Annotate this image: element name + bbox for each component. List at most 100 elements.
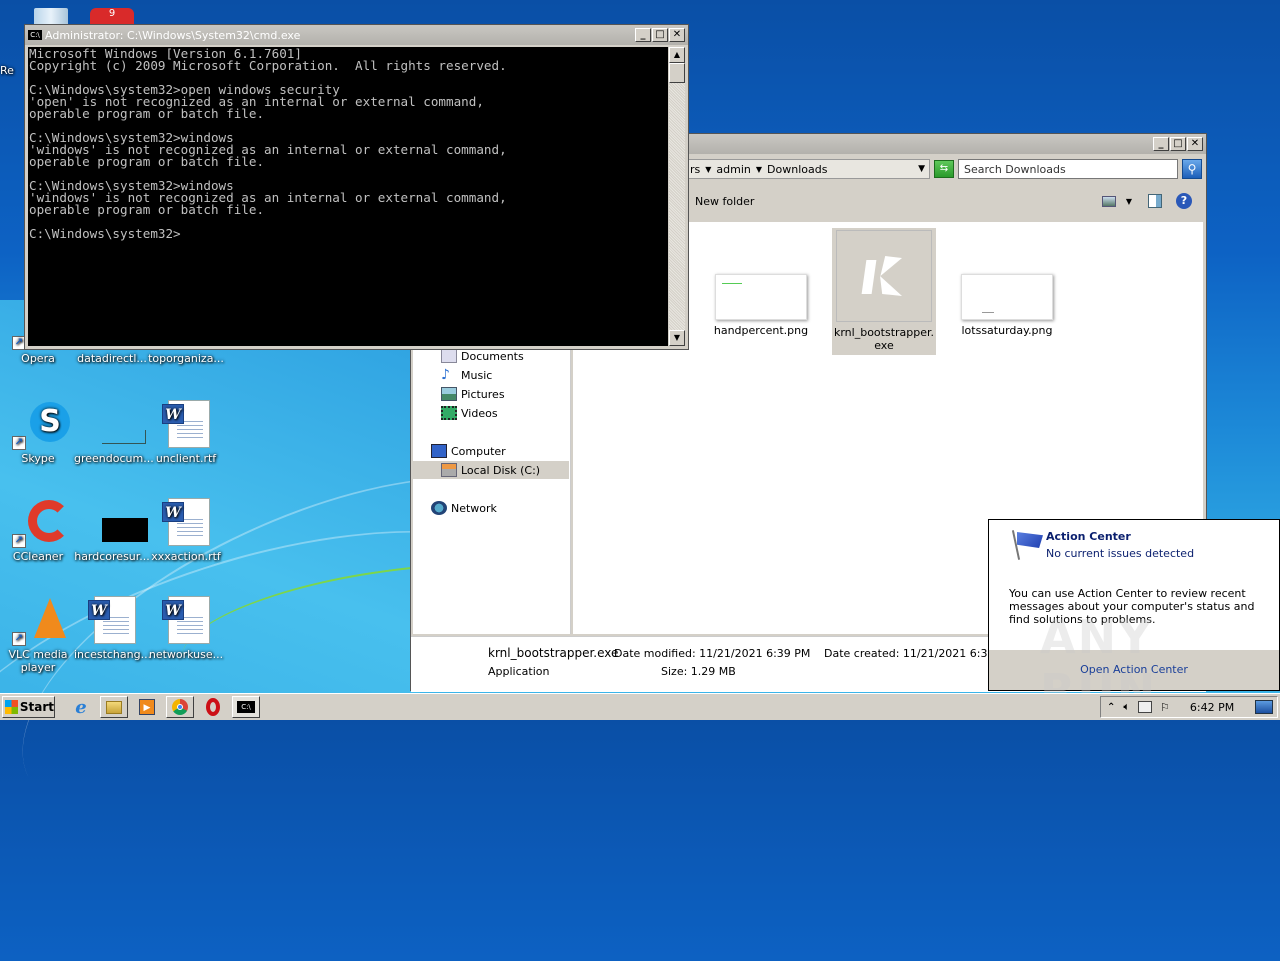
taskbar-opera[interactable] [199,696,227,718]
taskbar: Start e ▶ C:\ ⌃ 🔈︎ ⚐ 6:42 PM [0,693,1280,720]
desktop-icon-datadirectl[interactable]: datadirectl... [74,352,150,365]
maximize-button[interactable]: □ [652,28,668,42]
nav-item-local-disk[interactable]: Local Disk (C:) [413,461,569,479]
network-status-icon[interactable] [1138,701,1152,713]
maximize-button[interactable]: □ [1170,137,1186,151]
word-document-icon: W [162,498,210,546]
breadcrumb-chevron-icon[interactable]: ▼ [756,165,762,174]
close-button[interactable]: ✕ [1187,137,1203,151]
close-button[interactable]: ✕ [669,28,685,42]
nav-item-pictures[interactable]: Pictures [441,385,505,403]
taskbar-cmd[interactable]: C:\ [232,696,260,718]
desktop-icon-label: greendocum... [74,452,154,465]
desktop-icon-unclient[interactable]: W unclient.rtf [148,400,224,465]
details-value: 1.29 MB [690,665,736,678]
console-output[interactable]: Microsoft Windows [Version 6.1.7601] Copy… [28,47,668,346]
desktop-icon-label: datadirectl... [77,352,147,365]
nav-item-label: Network [451,501,497,515]
new-folder-button[interactable]: New folder [695,195,754,208]
breadcrumb-chevron-icon[interactable]: ▼ [705,165,711,174]
shortcut-arrow-icon: ↗ [12,436,26,450]
view-dropdown-icon[interactable]: ▼ [1126,197,1132,206]
change-view-icon[interactable] [1101,195,1116,207]
desktop-icon-label: VLC media player [8,648,68,674]
help-icon[interactable]: ? [1176,193,1192,209]
refresh-icon[interactable]: ⇆ [934,160,954,178]
image-file-icon [88,498,148,546]
file-item-handpercent[interactable]: handpercent.png [709,274,813,337]
documents-icon [441,349,457,363]
file-name: lotssaturday.png [961,324,1053,337]
console-line: Copyright (c) 2009 Microsoft Corporation… [29,58,507,73]
file-name-extension: exe [874,339,894,352]
shortcut-arrow-icon: ↗ [12,632,26,646]
nav-item-computer[interactable]: Computer [431,442,506,460]
desktop-icon-networkuse[interactable]: W networkuse... [148,596,224,661]
desktop-icon-label: Skype [21,452,55,465]
start-label: Start [19,700,54,714]
desktop-icon-greendocum[interactable]: greendocum... [74,400,154,465]
details-label: Size: [661,665,688,678]
pictures-icon [441,387,457,401]
desktop-icon-vlc[interactable]: ↗ VLC media player [0,596,76,674]
nav-item-label: Local Disk (C:) [461,463,541,477]
minimize-button[interactable]: _ [635,28,651,42]
breadcrumb-item[interactable]: rs [690,163,700,176]
show-hidden-icons-button[interactable]: ⌃ [1107,702,1115,713]
start-button[interactable]: Start [2,696,55,718]
nav-item-music[interactable]: ♪ Music [441,366,492,384]
nav-item-network[interactable]: Network [431,499,497,517]
scroll-up-button[interactable]: ▲ [669,47,685,63]
preview-pane-icon[interactable] [1148,194,1162,208]
breadcrumb-item[interactable]: admin [716,163,750,176]
show-desktop-button[interactable] [1255,700,1273,714]
cmd-window[interactable]: C:\ Administrator: C:\Windows\System32\c… [24,24,689,350]
taskbar-chrome[interactable] [166,696,194,718]
cmd-icon: C:\ [28,30,42,40]
file-name: handpercent.png [713,324,809,337]
nav-item-label: Music [461,368,493,382]
file-item-lotssaturday[interactable]: lotssaturday.png [955,274,1059,337]
system-tray: ⌃ 🔈︎ ⚐ 6:42 PM [1100,696,1278,718]
address-dropdown-icon[interactable]: ▼ [918,164,925,174]
search-input[interactable]: Search Downloads [958,159,1178,179]
desktop-icon-label: networkuse... [148,648,224,661]
search-icon[interactable]: ⚲ [1182,159,1202,179]
nav-item-label: Videos [461,406,498,420]
desktop-icon-skype[interactable]: S ↗ Skype [0,400,76,465]
desktop-icon-hardcoresur[interactable]: hardcoresur... [74,498,150,563]
details-value: 11/21/2021 6:39 PM [699,647,811,660]
music-icon: ♪ [441,367,450,383]
breadcrumb-item[interactable]: Downloads [767,163,827,176]
desktop-icon-label: CCleaner [12,550,64,563]
cmd-title-bar[interactable]: C:\ Administrator: C:\Windows\System32\c… [25,25,688,45]
action-center-flag-icon[interactable]: ⚐ [1160,701,1170,714]
taskbar-media-player[interactable]: ▶ [133,696,161,718]
taskbar-file-explorer[interactable] [100,696,128,718]
file-item-krnl-bootstrapper[interactable]: krnl_bootstrapper. exe [832,228,936,355]
desktop-icon-incestchang[interactable]: W incestchang... [74,596,152,661]
nav-item-label: Computer [451,444,506,458]
cmd-icon: C:\ [237,701,255,713]
desktop-icon-ccleaner[interactable]: ↗ CCleaner [0,498,76,563]
clock[interactable]: 6:42 PM [1190,701,1234,714]
action-center-title: Action Center [1046,530,1131,543]
desktop-icon-label: toporganiza... [148,352,224,365]
desktop-icon-label: incestchang... [74,648,152,661]
internet-explorer-icon: e [75,696,87,718]
file-explorer-icon [106,700,122,714]
opera-icon [206,698,220,716]
minimize-button[interactable]: _ [1153,137,1169,151]
desktop-icon-toporganiza[interactable]: toporganiza... [148,352,224,365]
scrollbar-thumb[interactable] [669,63,685,83]
nav-item-videos[interactable]: Videos [441,404,498,422]
scroll-down-button[interactable]: ▼ [669,330,685,346]
console-line: C:\Windows\system32> [29,226,181,241]
ccleaner-icon: ↗ [12,498,70,548]
vertical-scrollbar[interactable]: ▲ ▼ [669,47,685,346]
taskbar-internet-explorer[interactable]: e [67,696,95,718]
volume-icon[interactable]: 🔈︎ [1123,700,1130,714]
word-document-icon: W [162,400,210,448]
desktop-icon-xxxaction[interactable]: W xxxaction.rtf [148,498,224,563]
flag-icon [1011,530,1043,560]
